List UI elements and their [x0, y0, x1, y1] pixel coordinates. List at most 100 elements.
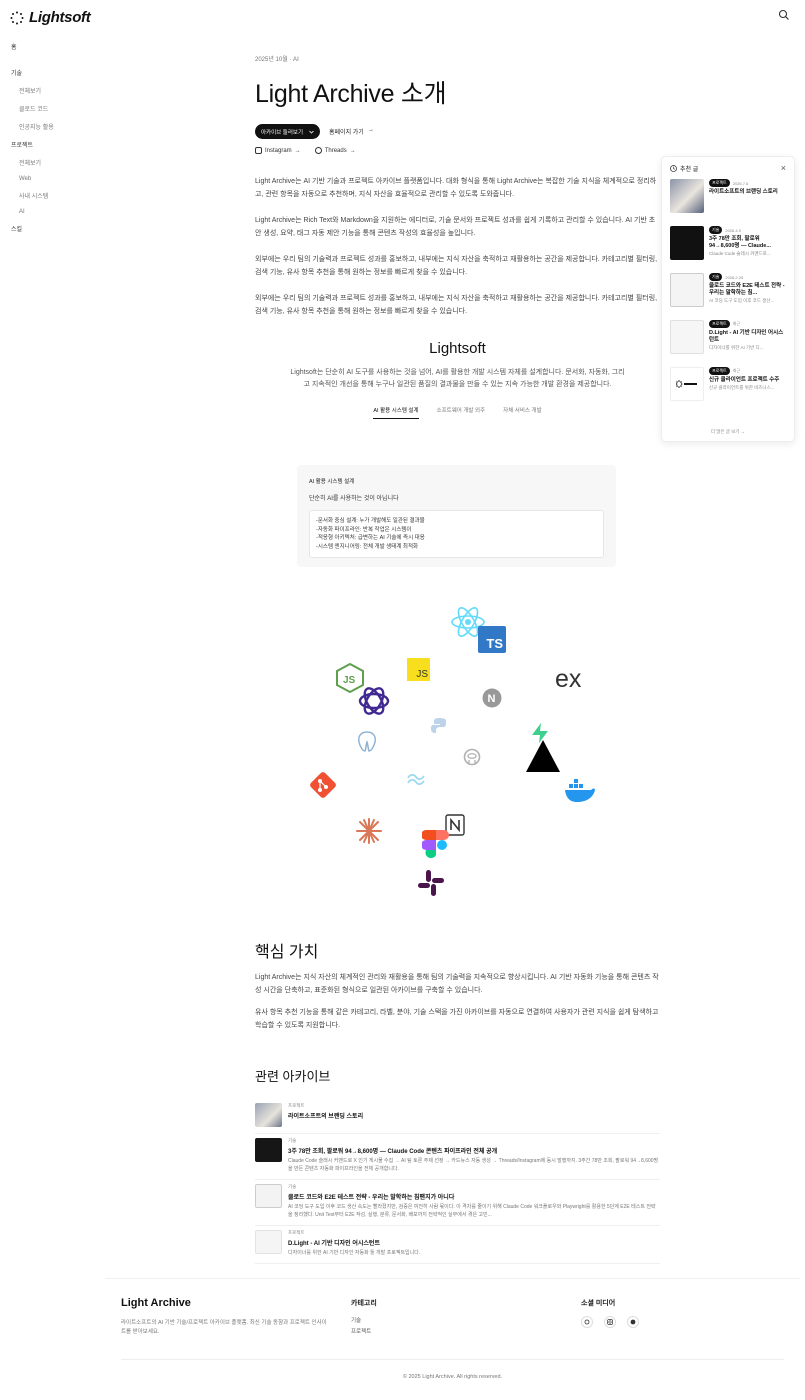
archive-browse-button[interactable]: 아카이브 둘러보기 — [255, 124, 321, 139]
recommended-item[interactable]: 기술 2026.4.9 3주 78만 조회, 팔로워 94→8,600명 — Cl… — [662, 226, 794, 273]
chevron-down-icon — [309, 130, 314, 134]
footer-category-tech[interactable]: 기술 — [351, 1316, 361, 1324]
footer-category-project[interactable]: 프로젝트 — [351, 1327, 371, 1335]
card-list-item: -적응형 아키텍처: 급변하는 AI 기술에 즉시 대응 — [316, 535, 425, 541]
related-item[interactable]: 프로젝트 D.Light - AI 기반 디자인 어시스턴트 디자이너를 위한 … — [255, 1226, 660, 1264]
arrow-right-icon: → — [349, 147, 356, 154]
related-title: D.Light - AI 기반 디자인 어시스턴트 — [288, 1241, 380, 1247]
sidebar-item-skill[interactable]: 스킬 — [11, 224, 91, 233]
sidebar-group-label[interactable]: 기술 — [11, 68, 91, 77]
tab-outsourcing[interactable]: 소프트웨어 개발 외주 — [437, 406, 486, 419]
section-description: Lightsoft는 단순히 AI 도구를 사용하는 것을 넘어, AI를 활용… — [290, 369, 625, 388]
card-heading: AI 활용 시스템 설계 — [309, 479, 355, 485]
section-title: Lightsoft — [429, 340, 486, 357]
article-paragraph: Light Archive는 AI 기반 기술과 프로젝트 아카이브 플랫폼입니… — [255, 178, 657, 198]
tech-icon-cloud: TS JS JS N ex — [300, 600, 620, 900]
instagram-label: Instagram — [265, 147, 292, 154]
recommended-description: 디자이너를 위한 AI 기반 디... — [709, 345, 764, 350]
instagram-icon — [255, 147, 262, 154]
sidebar-item-project-all[interactable]: 전체보기 — [19, 158, 91, 167]
related-title: 클로드 코드와 E2E 테스트 전략 - 우리는 말학하는 침팬지가 아니다 — [288, 1195, 455, 1201]
python-icon — [431, 718, 446, 733]
threads-label: Threads — [324, 147, 347, 154]
tab-content-card: AI 활용 시스템 설계 단순히 AI를 사용하는 것이 아닙니다 -문서화 중… — [297, 465, 616, 567]
recommended-thumbnail — [670, 226, 704, 260]
instagram-icon[interactable] — [604, 1316, 616, 1328]
archive-browse-label: 아카이브 둘러보기 — [261, 129, 304, 136]
recommended-description: 신규 클라이언트를 위한 비즈니스... — [709, 385, 775, 390]
recommended-item[interactable]: 프로젝트 최근 D.Light - AI 기반 디자인 어시스턴트 디자이너를 위… — [662, 320, 794, 367]
article-paragraph: 외부에는 우리 팀의 기술력과 프로젝트 성과를 홍보하고, 내부에는 지식 자… — [255, 256, 658, 276]
related-description: 디자이너를 위한 AI 기반 디자인 자동화 툴 개발 프로젝트입니다. — [288, 1250, 421, 1256]
sidebar-group-project: 프로젝트 전체보기 Web 사내 시스템 AI — [11, 140, 91, 215]
sidebar-group-tech: 기술 전체보기 클로드 코드 인공지능 활용 — [11, 68, 91, 131]
sidebar-item-internal-system[interactable]: 사내 시스템 — [19, 191, 91, 200]
instagram-link[interactable]: Instagram → — [255, 147, 301, 154]
sidebar-group-label[interactable]: 프로젝트 — [11, 140, 91, 149]
claude-icon — [356, 818, 382, 844]
github-icon[interactable] — [627, 1316, 639, 1328]
footer-copyright: © 2025 Light Archive. All rights reserve… — [402, 1374, 503, 1380]
brand-name: Lightsoft — [29, 9, 91, 26]
threads-link[interactable]: Threads → — [314, 147, 356, 154]
github-icon — [463, 748, 481, 766]
article-paragraph: Light Archive는 Rich Text와 Markdown을 지원하는… — [255, 217, 656, 237]
recommended-thumbnail — [670, 273, 704, 307]
typescript-icon: TS — [478, 626, 506, 653]
recommended-thumbnail — [670, 320, 704, 354]
item-date: 2026.7.6 — [732, 180, 749, 186]
lightsoft-logo-icon — [676, 380, 697, 388]
related-category: 기술 — [288, 1184, 297, 1189]
arrow-right-icon: → — [367, 127, 374, 133]
homepage-link[interactable]: 홈페이지 가기 → — [329, 127, 374, 136]
core-values-section: 핵심 가치 Light Archive는 지식 자산의 체계적인 관리와 재활용… — [255, 938, 660, 1032]
footer-description: 라이트소프트의 AI 기반 기술/프로젝트 아카이브 플랫폼. 최신 기술 동향… — [121, 1320, 327, 1335]
related-thumbnail — [255, 1103, 282, 1127]
card-list-item: -문서화 중심 설계: 누가 개발해도 일관된 결과물 — [316, 518, 425, 524]
homepage-link-label: 홈페이지 가기 — [329, 130, 364, 136]
recommended-item[interactable]: 기술 2026.2.25 클로드 코드와 E2E 테스트 전략 - 우리는 말학하… — [662, 273, 794, 320]
javascript-label: JS — [416, 669, 428, 680]
article-paragraph: 외부에는 우리 팀의 기술력과 프로젝트 성과를 홍보하고, 내부에는 지식 자… — [255, 295, 658, 315]
sidebar-item-claude-code[interactable]: 클로드 코드 — [19, 104, 91, 113]
section-title: 관련 아카이브 — [255, 1069, 331, 1084]
site-logo[interactable]: Lightsoft — [10, 9, 91, 26]
related-item[interactable]: 기술 클로드 코드와 E2E 테스트 전략 - 우리는 말학하는 침팬지가 아니… — [255, 1180, 660, 1226]
more-posts-link[interactable]: 더 많은 글 보기 → — [662, 429, 794, 435]
item-date: 최근 — [732, 368, 741, 373]
related-archives: 관련 아카이브 프로젝트 라이트소프트의 브랜딩 스토리 기술 3주 78만 조… — [255, 1066, 660, 1264]
card-list-item: -자동화 파이프라인: 반복 작업은 시스템이 — [316, 526, 412, 533]
docker-icon — [565, 779, 595, 802]
svg-text:N: N — [488, 693, 496, 705]
panel-title: 추천 글 — [680, 166, 699, 173]
related-item[interactable]: 프로젝트 라이트소프트의 브랜딩 스토리 — [255, 1099, 660, 1134]
category-badge: 프로젝트 — [709, 179, 730, 187]
sidebar-item-tech-all[interactable]: 전체보기 — [19, 86, 91, 95]
threads-icon[interactable] — [581, 1316, 593, 1328]
recommended-description: AI 코딩 도구 도입 이후 코드 생산... — [709, 298, 775, 303]
tab-own-service[interactable]: 자체 서비스 개발 — [503, 406, 541, 419]
recommended-title: 신규 클라이언트 프로젝트 수주 — [709, 377, 780, 383]
recommended-item[interactable]: 프로젝트 최근 신규 클라이언트 프로젝트 수주 신규 클라이언트를 위한 비즈니… — [662, 367, 794, 414]
vercel-icon — [526, 740, 560, 772]
sidebar-item-home[interactable]: 홈 — [11, 42, 91, 51]
sidebar-item-ai[interactable]: AI — [19, 209, 91, 215]
search-icon[interactable] — [778, 9, 790, 21]
sidebar-item-web[interactable]: Web — [19, 176, 91, 182]
close-icon[interactable]: × — [781, 163, 786, 173]
sidebar-nav: 홈 기술 전체보기 클로드 코드 인공지능 활용 프로젝트 전체보기 Web 사… — [11, 42, 91, 242]
sidebar-item-ai-usage[interactable]: 인공지능 활용 — [19, 122, 91, 131]
related-item[interactable]: 기술 3주 78만 조회, 팔로워 94→8,600명 — Claude Cod… — [255, 1134, 660, 1180]
slack-icon — [418, 870, 444, 896]
item-date: 2026.2.25 — [725, 274, 744, 280]
core-paragraph: Light Archive는 지식 자산의 체계적인 관리와 재활용을 통해 팀… — [255, 974, 659, 994]
tab-ai-system[interactable]: AI 활용 시스템 설계 — [373, 406, 419, 419]
category-badge: 기술 — [709, 226, 723, 234]
related-thumbnail — [255, 1138, 282, 1162]
typescript-label: TS — [486, 636, 503, 651]
express-icon: ex — [555, 665, 581, 694]
page-title: Light Archive 소개 — [255, 80, 447, 108]
article-actions: 아카이브 둘러보기 홈페이지 가기 → — [255, 124, 660, 139]
recommended-item[interactable]: 프로젝트 2026.7.6 라이트소프트의 브랜딩 스토리 — [662, 179, 794, 226]
article-meta: 2025년 10월 · AI — [255, 57, 299, 63]
